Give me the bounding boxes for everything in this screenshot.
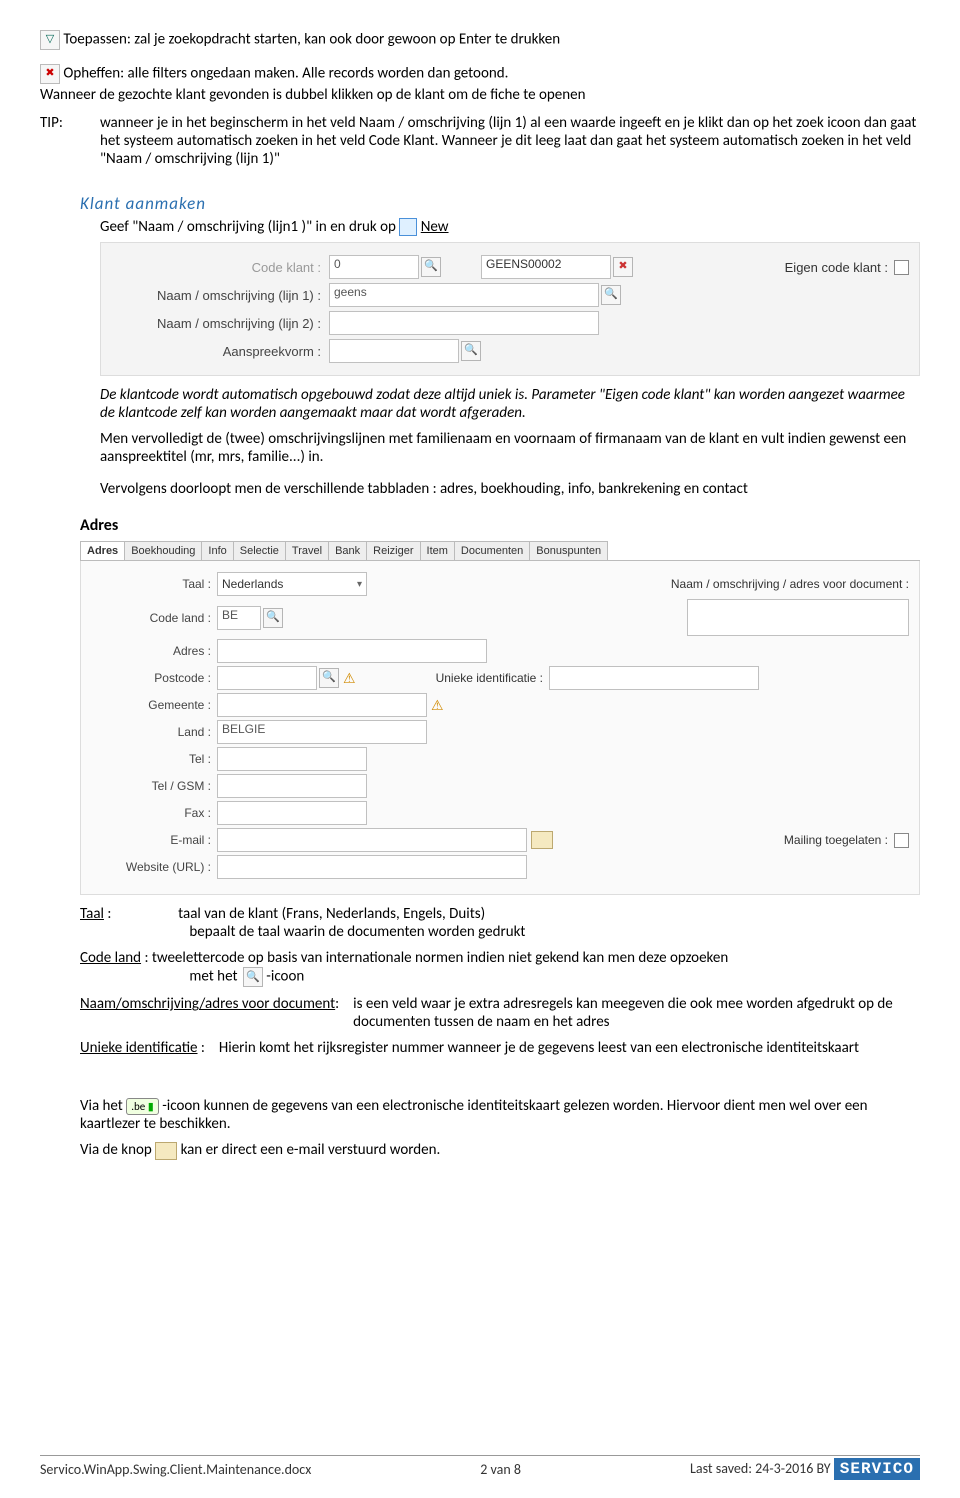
footer-file: Servico.WinApp.Swing.Client.Maintenance.… bbox=[40, 1461, 311, 1478]
doc-label: Naam / omschrijving / adres voor documen… bbox=[671, 577, 909, 591]
website-input[interactable] bbox=[217, 855, 527, 879]
be-id-icon: .be ▮ bbox=[126, 1098, 159, 1115]
naam1-input[interactable]: geens bbox=[329, 283, 599, 307]
klant-aanmaken-heading: Klant aanmaken bbox=[80, 193, 920, 214]
klant-intro-suffix: New bbox=[421, 218, 449, 236]
postcode-label: Postcode : bbox=[91, 671, 217, 685]
after-p1: De klantcode wordt automatisch opgebouwd… bbox=[100, 386, 920, 422]
unieke-input[interactable] bbox=[549, 666, 759, 690]
klant-form-panel: Code klant : 0 🔍 GEENS00002 ✖ Eigen code… bbox=[100, 242, 920, 376]
fax-input[interactable] bbox=[217, 801, 367, 825]
search-icon[interactable]: 🔍 bbox=[421, 257, 441, 277]
tab-selectie[interactable]: Selectie bbox=[233, 541, 286, 560]
adres-label: Adres : bbox=[91, 644, 217, 658]
taal-select[interactable]: Nederlands bbox=[217, 572, 367, 596]
via-be: Via het .be ▮ -icoon kunnen de gegevens … bbox=[80, 1097, 920, 1133]
generated-code: GEENS00002 bbox=[481, 255, 611, 279]
after-p2: Men vervolledigt de (twee) omschrijvings… bbox=[100, 430, 920, 466]
aanspreek-label: Aanspreekvorm : bbox=[111, 344, 329, 359]
tel-input[interactable] bbox=[217, 747, 367, 771]
telgsm-label: Tel / GSM : bbox=[91, 779, 217, 793]
opheffen-text: Opheffen: alle filters ongedaan maken. A… bbox=[63, 65, 508, 83]
aanspreek-input[interactable] bbox=[329, 339, 459, 363]
tab-adres[interactable]: Adres bbox=[80, 541, 125, 560]
adres-heading: Adres bbox=[80, 516, 920, 535]
funnel-icon: ▽ bbox=[40, 30, 60, 50]
tip-text: wanneer je in het beginscherm in het vel… bbox=[100, 114, 920, 168]
def-codeland: Code land : tweelettercode op basis van … bbox=[80, 949, 920, 987]
klant-intro-prefix: Geef "Naam / omschrijving (lijn1 )" in e… bbox=[100, 218, 399, 236]
telgsm-input[interactable] bbox=[217, 774, 367, 798]
def-taal: Taal : taal van de klant (Frans, Nederla… bbox=[80, 905, 920, 941]
tip-label: TIP: bbox=[40, 114, 80, 168]
search-icon[interactable]: 🔍 bbox=[319, 668, 339, 688]
eigen-code-label: Eigen code klant : bbox=[785, 260, 888, 275]
land-input[interactable]: BELGIE bbox=[217, 720, 427, 744]
tab-bar: Adres Boekhouding Info Selectie Travel B… bbox=[80, 541, 920, 561]
postcode-input[interactable] bbox=[217, 666, 317, 690]
tab-documenten[interactable]: Documenten bbox=[454, 541, 530, 560]
doc-textarea[interactable] bbox=[687, 599, 909, 636]
tab-bonus[interactable]: Bonuspunten bbox=[529, 541, 608, 560]
search-icon: 🔍 bbox=[243, 967, 263, 987]
tab-item[interactable]: Item bbox=[420, 541, 455, 560]
naam2-input[interactable] bbox=[329, 311, 599, 335]
warning-icon: ⚠ bbox=[343, 670, 356, 687]
codeland-input[interactable]: BE bbox=[217, 606, 261, 630]
eigen-code-checkbox[interactable] bbox=[894, 260, 909, 275]
def-naamdoc: Naam/omschrijving/adres voor document: i… bbox=[80, 995, 920, 1031]
code-klant-label: Code klant : bbox=[111, 260, 329, 275]
tab-info[interactable]: Info bbox=[201, 541, 233, 560]
email-label: E-mail : bbox=[91, 833, 217, 847]
land-label: Land : bbox=[91, 725, 217, 739]
naam2-label: Naam / omschrijving (lijn 2) : bbox=[111, 316, 329, 331]
search-icon[interactable]: 🔍 bbox=[601, 285, 621, 305]
footer-saved: Last saved: 24-3-2016 BY bbox=[690, 1460, 831, 1477]
naam1-label: Naam / omschrijving (lijn 1) : bbox=[111, 288, 329, 303]
tip-row: TIP: wanneer je in het beginscherm in he… bbox=[40, 114, 920, 168]
gemeente-input[interactable] bbox=[217, 693, 427, 717]
website-label: Website (URL) : bbox=[91, 860, 217, 874]
toepassen-text: Toepassen: zal je zoekopdracht starten, … bbox=[63, 31, 560, 49]
gemeente-label: Gemeente : bbox=[91, 698, 217, 712]
codeland-label: Code land : bbox=[91, 611, 217, 625]
taal-label: Taal : bbox=[91, 577, 217, 591]
dubbel-line: Wanneer de gezochte klant gevonden is du… bbox=[40, 86, 920, 104]
servico-logo: SERVICO bbox=[834, 1458, 920, 1480]
opheffen-line: ✖ Opheffen: alle filters ongedaan maken.… bbox=[40, 64, 920, 84]
adres-panel: Adres Boekhouding Info Selectie Travel B… bbox=[80, 541, 920, 895]
search-icon[interactable]: 🔍 bbox=[263, 608, 283, 628]
delete-icon[interactable]: ✖ bbox=[613, 257, 633, 277]
search-icon[interactable]: 🔍 bbox=[461, 341, 481, 361]
tab-travel[interactable]: Travel bbox=[285, 541, 329, 560]
envelope-icon bbox=[155, 1142, 177, 1160]
clear-filter-icon: ✖ bbox=[40, 64, 60, 84]
tab-reiziger[interactable]: Reiziger bbox=[366, 541, 420, 560]
adres-input[interactable] bbox=[217, 639, 487, 663]
footer-page: 2 van 8 bbox=[480, 1461, 521, 1478]
klant-intro: Geef "Naam / omschrijving (lijn1 )" in e… bbox=[100, 218, 920, 236]
tab-bank[interactable]: Bank bbox=[328, 541, 367, 560]
envelope-icon[interactable] bbox=[531, 831, 553, 849]
tab-boekhouding[interactable]: Boekhouding bbox=[124, 541, 202, 560]
tel-label: Tel : bbox=[91, 752, 217, 766]
after-p3: Vervolgens doorloopt men de verschillend… bbox=[100, 480, 920, 498]
def-unieke: Unieke identificatie : Hierin komt het r… bbox=[80, 1039, 920, 1057]
code-klant-input[interactable]: 0 bbox=[329, 255, 419, 279]
unieke-label: Unieke identificatie : bbox=[436, 671, 543, 685]
email-input[interactable] bbox=[217, 828, 527, 852]
toepassen-line: ▽ Toepassen: zal je zoekopdracht starten… bbox=[40, 30, 920, 50]
mailing-checkbox[interactable] bbox=[894, 833, 909, 848]
footer: Servico.WinApp.Swing.Client.Maintenance.… bbox=[40, 1455, 920, 1478]
via-env: Via de knop kan er direct een e-mail ver… bbox=[80, 1141, 920, 1159]
fax-label: Fax : bbox=[91, 806, 217, 820]
mailing-label: Mailing toegelaten : bbox=[784, 833, 888, 847]
new-icon bbox=[399, 218, 417, 236]
warning-icon: ⚠ bbox=[431, 697, 444, 714]
